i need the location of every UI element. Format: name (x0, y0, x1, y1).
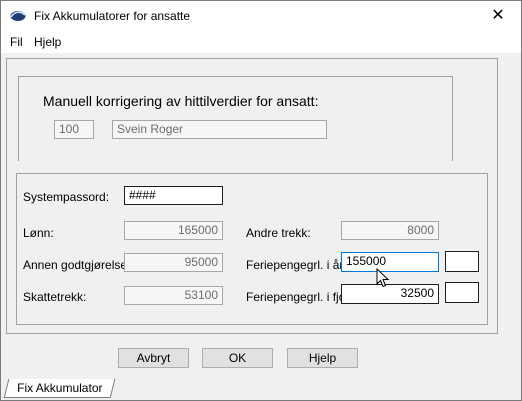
feriepenger-i-aar-input[interactable]: 155000 (341, 252, 439, 272)
andre-trekk-field: 8000 (341, 221, 439, 240)
employee-group (18, 76, 453, 161)
menu-fil[interactable]: Fil (10, 35, 23, 49)
menu-hjelp[interactable]: Hjelp (34, 35, 61, 49)
ok-button[interactable]: OK (202, 348, 273, 368)
feriepenger-i-aar-extra[interactable] (445, 251, 479, 272)
feriepenger-i-fjor-extra[interactable] (445, 282, 479, 303)
title-bar: Fix Akkumulatorer for ansatte ✕ (1, 1, 521, 31)
section-heading: Manuell korrigering av hittilverdier for… (43, 93, 319, 109)
feriepenger-i-fjor-input[interactable]: 32500 (341, 284, 439, 304)
skattetrekk-field: 53100 (124, 286, 223, 305)
window-title: Fix Akkumulatorer for ansatte (34, 9, 191, 23)
feriepenger-i-fjor-label: Feriepengegrl. i fjor: (246, 290, 353, 304)
annen-godtgjorelse-field: 95000 (124, 253, 223, 272)
andre-trekk-label: Andre trekk: (246, 226, 311, 240)
tab-label: Fix Akkumulator (17, 381, 103, 395)
mouse-pointer-icon (376, 268, 390, 288)
systempassord-input[interactable]: #### (124, 186, 223, 205)
skattetrekk-label: Skattetrekk: (23, 290, 87, 304)
employee-name-field: Svein Roger (112, 120, 327, 139)
cancel-button[interactable]: Avbryt (118, 348, 189, 368)
lonn-label: Lønn: (23, 226, 54, 240)
tab-fix-akkumulator[interactable]: Fix Akkumulator (3, 379, 116, 398)
employee-number-field: 100 (54, 120, 94, 139)
help-button[interactable]: Hjelp (287, 348, 358, 368)
lonn-field: 165000 (124, 221, 223, 240)
systempassord-label: Systempassord: (23, 190, 110, 204)
close-icon[interactable]: ✕ (475, 1, 521, 31)
app-logo-icon (10, 11, 26, 21)
feriepenger-i-aar-label: Feriepengegrl. i år: (246, 258, 347, 272)
menu-bar: Fil Hjelp (1, 31, 521, 53)
annen-godtgjorelse-label: Annen godtgjørelse: (23, 258, 131, 272)
